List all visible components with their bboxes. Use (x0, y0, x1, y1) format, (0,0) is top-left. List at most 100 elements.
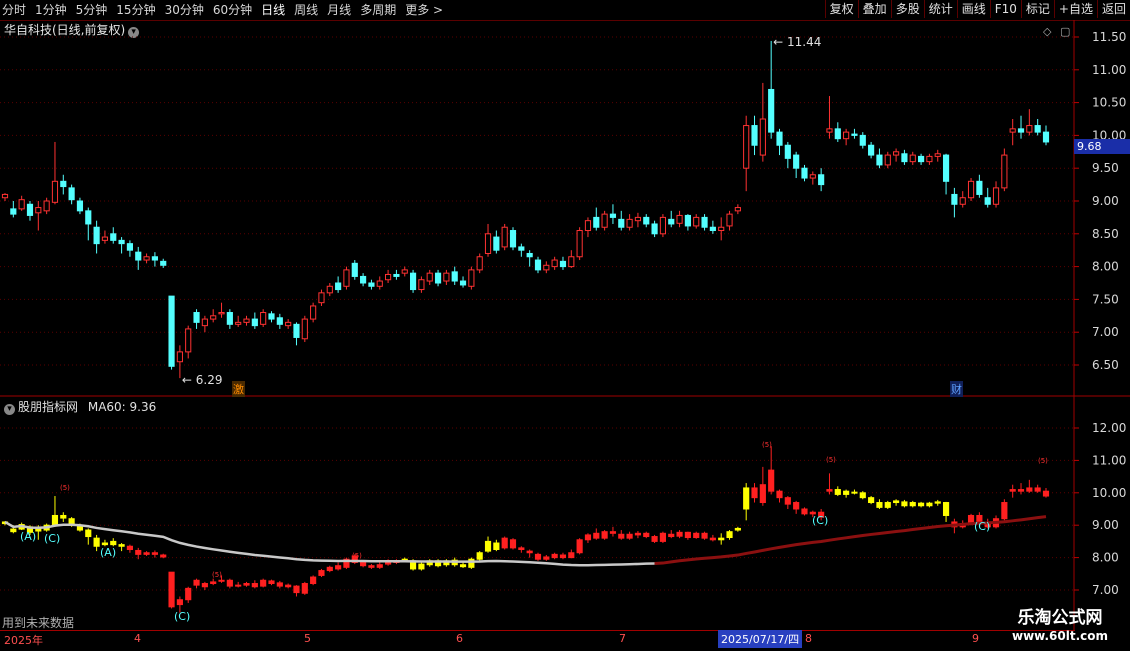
candle-body (901, 153, 908, 163)
event-marker-cai[interactable]: 财 (950, 381, 963, 397)
ind-signal-2: (5) (352, 552, 362, 560)
candle-body (51, 180, 59, 203)
candle-body (976, 180, 983, 195)
candle-body (534, 259, 542, 271)
candle-body (659, 216, 666, 235)
candle-body (318, 292, 325, 304)
ind-axis-label-5: 7.00 (1092, 583, 1119, 597)
selected-date[interactable]: 2025/07/17/四 (718, 630, 803, 648)
ind-bar (768, 469, 775, 492)
candle-body (393, 273, 400, 277)
ind-bar (151, 552, 158, 555)
candle-body (942, 154, 950, 182)
ind-bar (1017, 489, 1025, 492)
ind-bar (843, 490, 850, 495)
candle-body (568, 256, 575, 268)
kline-chart[interactable]: 11.50 11.00 10.50 10.00 9.50 9.00 8.50 8.00 7.50… (0, 0, 1130, 650)
indicator-title[interactable]: ▾ 股朋指标网 MA60: 9.36 (4, 398, 156, 415)
candle-body (251, 318, 258, 327)
candle-body (68, 187, 75, 201)
ind-bar (609, 531, 617, 534)
ind-bar (176, 599, 183, 606)
candle-body (543, 264, 550, 271)
candle-body (35, 207, 42, 214)
ind-label-2: (A) (100, 546, 116, 559)
candle-body (693, 216, 700, 227)
ind-bar (551, 553, 558, 559)
ind-bar (543, 556, 550, 560)
candle-body (426, 272, 433, 282)
ind-bar (709, 537, 716, 541)
ind-bar (160, 554, 167, 558)
ind-bar (135, 549, 142, 555)
ind-bar (526, 550, 533, 554)
candle-body (118, 239, 125, 245)
date-year: 2025年 (4, 634, 43, 647)
ind-bar (360, 561, 367, 567)
ind-label-5: (C) (974, 520, 990, 533)
candle-body (859, 134, 866, 146)
ind-bar (917, 502, 925, 507)
candle-body (526, 252, 533, 258)
candle-body (884, 154, 891, 166)
candle-body (917, 155, 925, 163)
ind-bar (126, 545, 134, 551)
ind-bar (942, 502, 950, 516)
candle-body (984, 197, 991, 205)
candle-body (368, 282, 375, 287)
ind-bar (193, 579, 200, 586)
candle-body (418, 279, 425, 291)
ind-bar (293, 585, 300, 594)
candle-body (484, 233, 492, 254)
candle-body (934, 153, 941, 157)
candle-body (168, 295, 175, 367)
ind-bar (659, 532, 666, 542)
event-marker-ji[interactable]: 激 (232, 381, 245, 397)
ind-bar (285, 584, 292, 588)
candle-body (1009, 128, 1016, 133)
ind-bar (751, 487, 758, 499)
ind-bar (210, 581, 217, 585)
ind-bar (834, 489, 841, 495)
candle-body (1026, 125, 1033, 133)
candle-body (951, 193, 958, 205)
y-axis-label-7: 8.00 (1092, 260, 1119, 274)
ind-bar (251, 583, 258, 588)
candle-body (335, 282, 342, 291)
ind-bar (376, 564, 383, 568)
candle-body (176, 351, 183, 363)
candle-body (1, 193, 9, 199)
candle-body (834, 128, 841, 140)
current-price-badge: 9.68 (1074, 139, 1130, 154)
ind-bar (868, 497, 875, 504)
candle-body (26, 203, 34, 216)
ind-bar (759, 484, 766, 504)
candle-body (10, 208, 17, 215)
ind-signal-1: (5) (212, 571, 222, 579)
chevron-down-icon[interactable]: ▾ (4, 404, 15, 415)
candle-body (959, 197, 966, 205)
candle-body (135, 251, 142, 261)
candle-body (226, 312, 233, 325)
candle-body (768, 88, 775, 133)
candle-body (151, 256, 158, 261)
ind-bar (826, 489, 833, 492)
candle-body (385, 273, 392, 281)
ind-bar (934, 501, 941, 504)
diamond-icon: ◇ (1043, 25, 1052, 38)
candle-body (759, 118, 766, 156)
y-axis-label-10: 6.50 (1092, 358, 1119, 372)
y-axis-label-1: 11.00 (1092, 63, 1126, 77)
ind-bar (301, 583, 308, 594)
ind-bar (534, 553, 542, 560)
ind-bar (85, 529, 92, 538)
candle-body (85, 210, 92, 225)
candle-body (584, 220, 592, 232)
candle-body (701, 216, 708, 228)
candle-body (376, 280, 383, 287)
candle-body (93, 226, 100, 245)
candle-body (43, 200, 50, 212)
candle-body (459, 280, 467, 286)
ind-axis-label-4: 8.00 (1092, 551, 1119, 565)
ind-bar (784, 497, 791, 505)
